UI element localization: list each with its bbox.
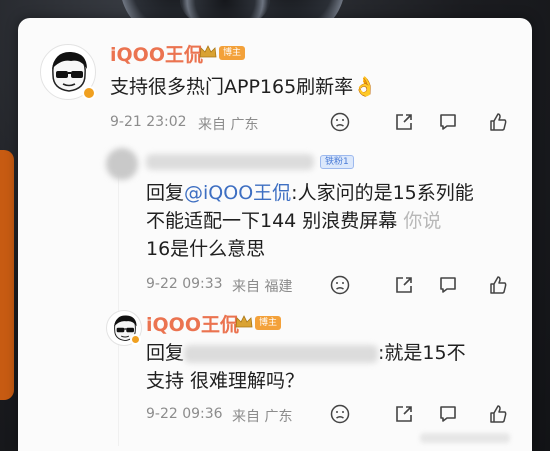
comment-body: 支持很多热门APP165刷新率: [110, 76, 354, 98]
reply-text-line: 16是什么意思: [146, 238, 266, 260]
reply-text-line: 支持 很难理解吗？: [146, 370, 305, 392]
reply-time: 9-22 09:33: [146, 276, 223, 292]
dislike-icon[interactable]: [330, 404, 350, 424]
like-icon[interactable]: [488, 112, 508, 132]
author-name[interactable]: iQOO王侃: [146, 310, 239, 337]
reply-location: 来自 广东: [232, 409, 293, 425]
crown-icon: [235, 315, 253, 328]
blurred-username: [146, 154, 314, 170]
blurred-mention: [184, 344, 379, 363]
mention-link[interactable]: @iQOO王侃: [184, 182, 291, 204]
ok-hand-emoji-icon: 👌: [353, 76, 377, 98]
comment-time: 9-21 23:02: [110, 114, 187, 130]
reply-body: :就是15不: [378, 342, 466, 364]
reply-prefix: 回复: [146, 342, 185, 364]
reply-text-line: 回复@iQOO王侃:人家问的是15系列能: [146, 180, 474, 207]
dislike-icon[interactable]: [330, 112, 350, 132]
blogger-badge: 博主: [255, 316, 282, 330]
comment-icon[interactable]: [438, 275, 458, 295]
reply-body: 不能适配一下144 别浪费屏幕: [146, 210, 398, 232]
reply-location: 来自 福建: [232, 279, 293, 295]
thread-line: [118, 156, 119, 446]
share-icon[interactable]: [394, 404, 414, 424]
share-icon[interactable]: [394, 275, 414, 295]
reply-text-line: 不能适配一下144 别浪费屏幕 你说: [146, 208, 441, 235]
avatar[interactable]: [106, 148, 138, 180]
comment-text: 支持很多热门APP165刷新率👌: [110, 74, 377, 101]
dislike-icon[interactable]: [330, 275, 350, 295]
share-icon[interactable]: [394, 112, 414, 132]
crown-icon: [199, 45, 217, 58]
like-icon[interactable]: [488, 404, 508, 424]
fan-badge: 铁粉1: [320, 155, 354, 169]
author-name[interactable]: iQOO王侃: [110, 40, 203, 67]
verified-badge-icon: [130, 334, 141, 345]
comment-sheet: iQOO王侃 博主 支持很多热门APP165刷新率👌 9-21 23:02 来自…: [18, 18, 532, 451]
comment-location: 来自 广东: [198, 117, 259, 133]
reply-body-faded: 你说: [403, 210, 442, 232]
blurred-watermark: [420, 433, 510, 443]
reply-text-line: 回复 :就是15不: [146, 340, 466, 367]
blogger-badge: 博主: [219, 46, 246, 60]
verified-badge-icon: [82, 86, 96, 100]
phone-edge: [0, 150, 14, 400]
reply-time: 9-22 09:36: [146, 406, 223, 422]
reply-prefix: 回复: [146, 182, 185, 204]
reply-body: :人家问的是15系列能: [291, 182, 474, 204]
comment-icon[interactable]: [438, 112, 458, 132]
comment-icon[interactable]: [438, 404, 458, 424]
like-icon[interactable]: [488, 275, 508, 295]
